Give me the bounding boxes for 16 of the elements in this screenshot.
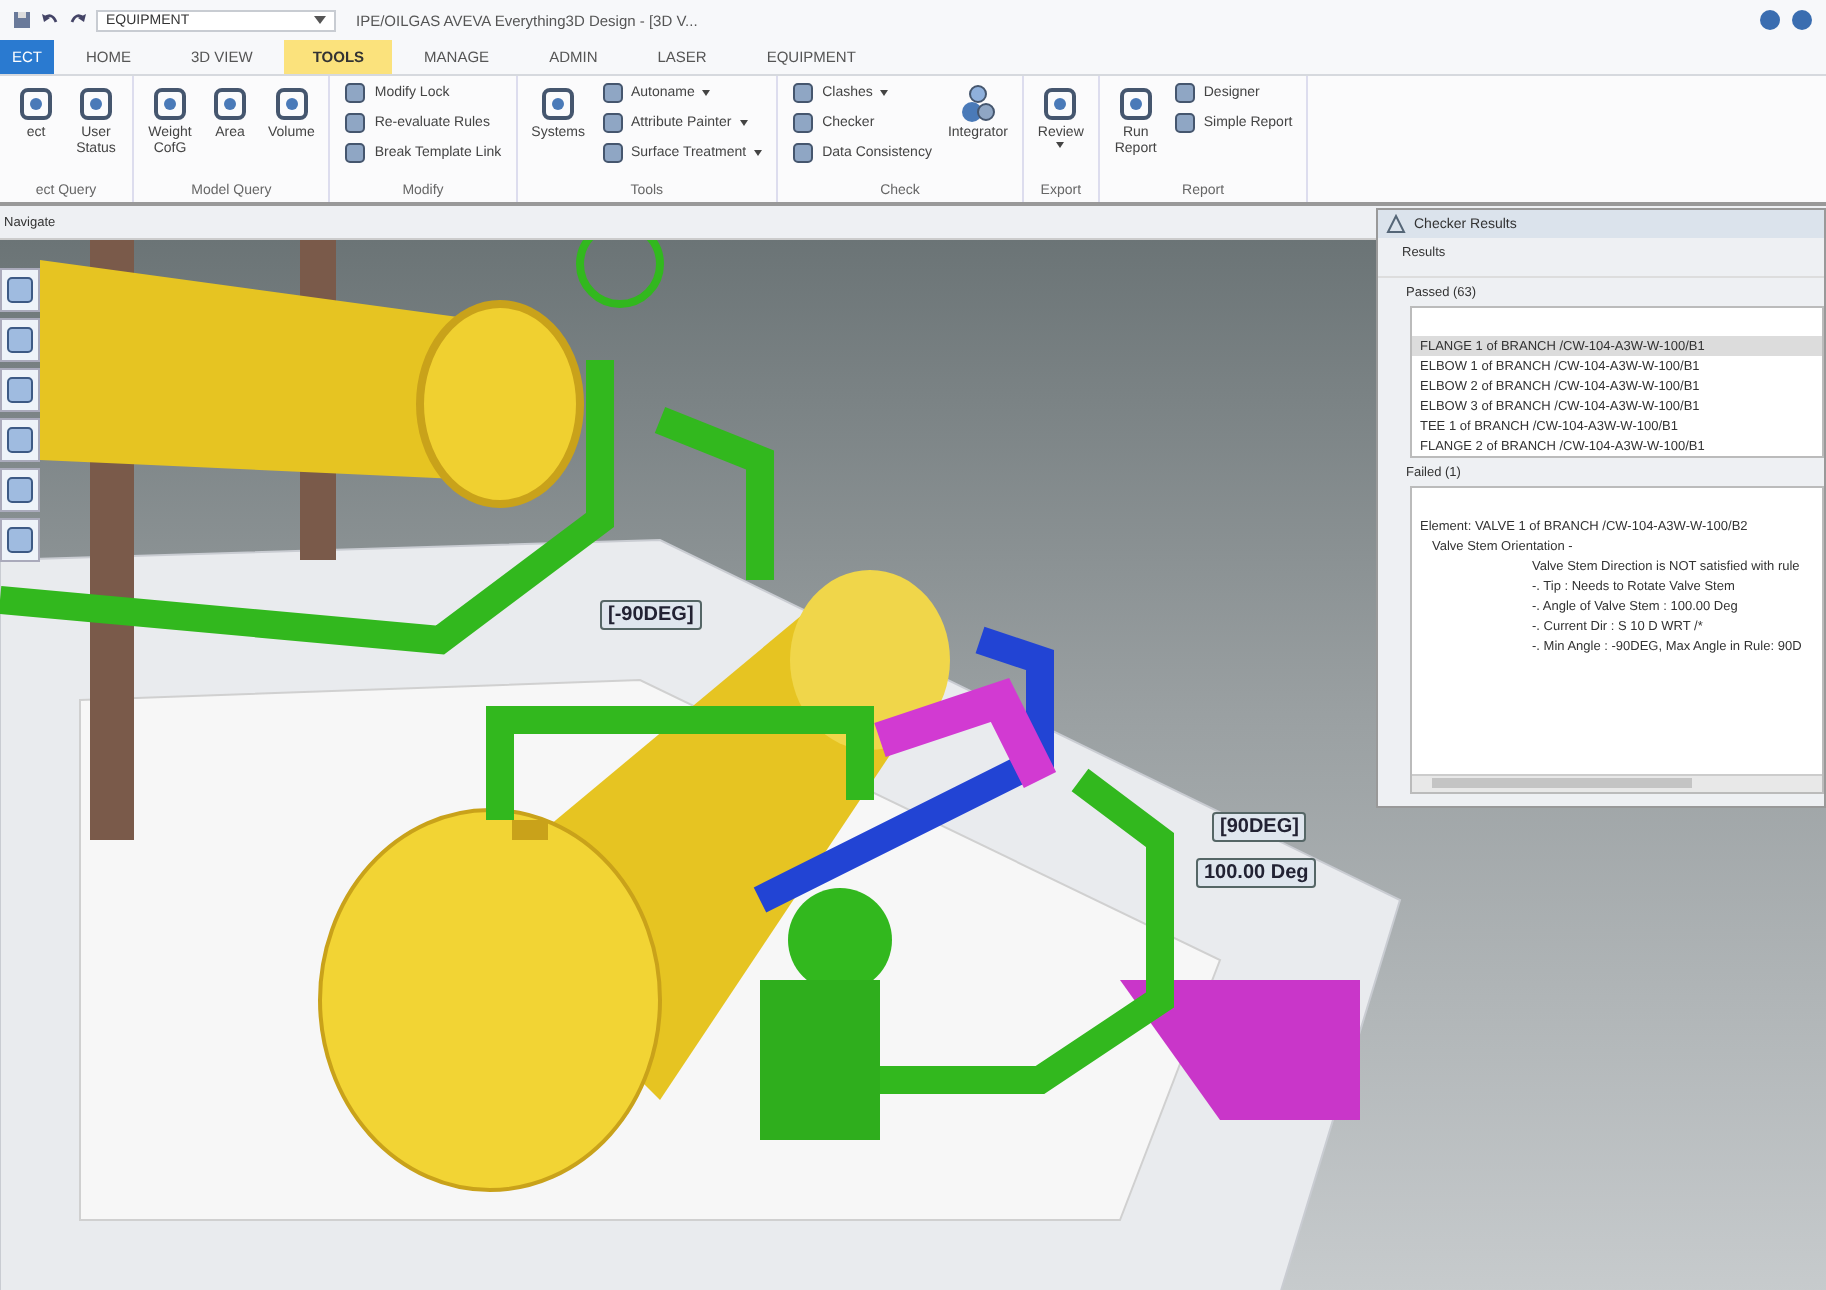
dimension-label: 100.00 Deg — [1196, 858, 1317, 888]
horizontal-scrollbar[interactable] — [1412, 774, 1822, 792]
dimension-label: [-90DEG] — [600, 600, 702, 630]
caret-icon — [1056, 142, 1065, 149]
toolbar-button[interactable] — [0, 318, 40, 362]
save-icon[interactable] — [12, 10, 32, 30]
toolbar-button[interactable] — [0, 268, 40, 312]
dimension-label: [90DEG] — [1212, 812, 1307, 842]
toolbar-button[interactable] — [0, 468, 40, 512]
toolbar-button[interactable] — [0, 418, 40, 462]
caret-icon — [739, 120, 748, 126]
toolbar-button[interactable] — [0, 368, 40, 412]
toolbar-button[interactable] — [0, 518, 40, 562]
caret-icon — [754, 150, 763, 156]
caret-icon — [702, 90, 711, 96]
caret-icon — [880, 90, 889, 96]
